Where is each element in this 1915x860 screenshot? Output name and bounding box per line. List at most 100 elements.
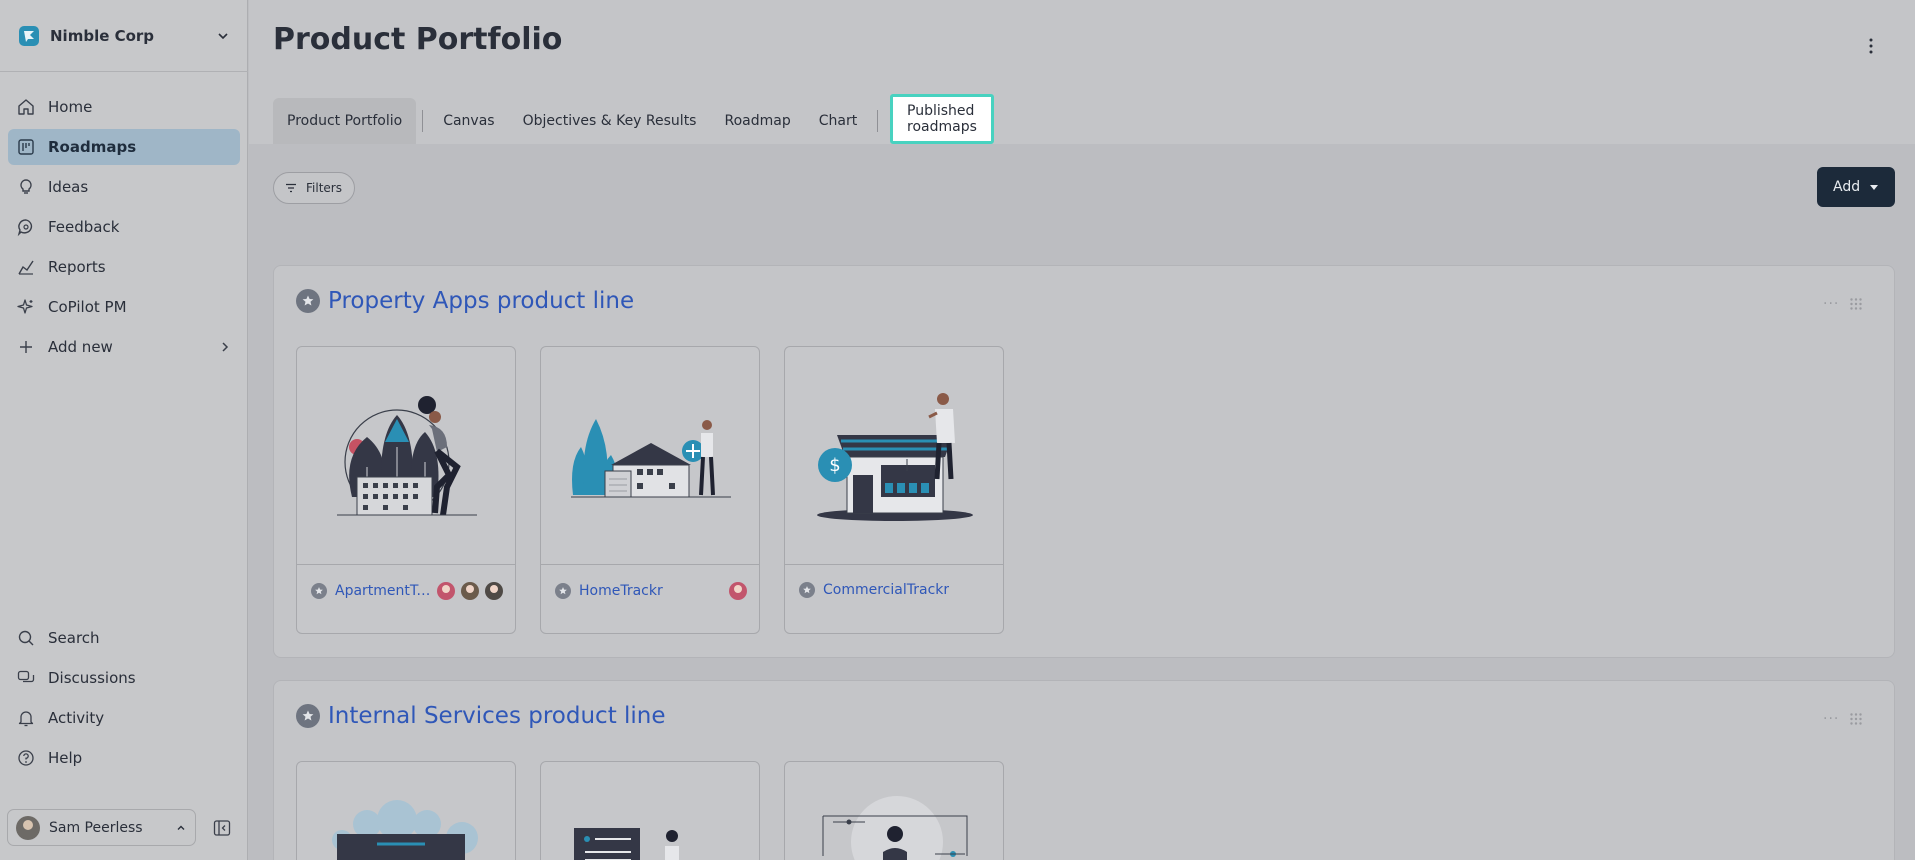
sparkle-icon [17,299,33,314]
discussions-icon [17,670,35,683]
product-line-group: Property Apps product line ··· Apartment… [273,265,1895,658]
star-icon[interactable] [296,704,320,728]
nav-item-label: CoPilot PM [48,298,127,316]
collapse-sidebar-icon[interactable] [212,818,232,838]
filters-label: Filters [306,181,342,195]
star-icon[interactable] [799,582,815,598]
nav-item-label: Home [48,98,93,116]
product-illustration [574,828,679,860]
user-menu[interactable]: Sam Peerless [7,809,196,846]
more-options-icon[interactable] [1861,36,1881,56]
product-card[interactable]: HomeTrackr [540,346,760,634]
product-card[interactable] [784,761,1004,860]
tab-canvas[interactable]: Canvas [429,98,508,144]
page-header: Product Portfolio Product Portfolio Canv… [249,0,1915,144]
product-name[interactable]: CommercialTrackr [823,582,949,598]
filter-icon [286,183,296,193]
tab-product-portfolio[interactable]: Product Portfolio [273,98,417,144]
main-nav: Home Roadmaps Ideas Feedback Reports CoP… [0,89,248,369]
nav-item-copilot[interactable]: CoPilot PM [8,289,240,325]
product-illustration [822,796,968,860]
group-title[interactable]: Internal Services product line [328,703,666,729]
workspace-switcher[interactable]: Nimble Corp [0,0,248,72]
nav-item-label: Search [48,629,100,647]
roadmap-icon [18,139,34,155]
product-card[interactable]: $ CommercialTrackr [784,346,1004,634]
avatar [461,582,479,600]
product-name[interactable]: HomeTrackr [579,583,663,599]
nav-item-activity[interactable]: Activity [8,700,240,736]
nav-item-ideas[interactable]: Ideas [8,169,240,205]
plus-icon [20,341,32,353]
help-icon [18,750,34,766]
tab-chart[interactable]: Chart [805,98,871,144]
product-card[interactable]: ApartmentTr... [296,346,516,634]
avatar [729,582,747,600]
svg-text:$: $ [829,455,840,476]
tab-divider [422,110,424,132]
page-title: Product Portfolio [273,22,563,57]
card-footer: HomeTrackr [555,582,747,600]
bell-icon [18,711,34,727]
star-icon[interactable] [296,289,320,313]
sidebar: Nimble Corp Home Roadmaps Ideas Feedback… [0,0,248,860]
view-tabs: Product Portfolio Canvas Objectives & Ke… [273,94,994,144]
search-icon [18,630,34,646]
nav-item-feedback[interactable]: Feedback [8,209,240,245]
nav-item-search[interactable]: Search [8,620,240,656]
tab-published-roadmaps[interactable]: Published roadmaps [890,94,994,144]
nav-item-roadmaps[interactable]: Roadmaps [8,129,240,165]
nav-item-label: Activity [48,709,105,727]
group-title[interactable]: Property Apps product line [328,288,634,314]
nav-item-discussions[interactable]: Discussions [8,660,240,696]
nav-item-label: Feedback [48,218,120,236]
star-icon[interactable] [311,583,327,599]
nav-item-home[interactable]: Home [8,89,240,125]
drag-handle-icon[interactable] [1849,712,1863,726]
nav-item-label: Help [48,749,83,767]
group-header: Property Apps product line [296,288,634,314]
lightbulb-icon [20,179,32,194]
nav-item-label: Ideas [48,178,89,196]
product-illustration [297,347,515,565]
star-icon[interactable] [555,583,571,599]
workspace-logo-icon [19,25,39,46]
nav-item-help[interactable]: Help [8,740,240,776]
add-button-label: Add [1833,179,1861,195]
card-footer: ApartmentTr... [311,582,503,600]
add-button[interactable]: Add [1817,167,1895,207]
product-line-group: Internal Services product line ··· [273,680,1895,860]
tab-objectives[interactable]: Objectives & Key Results [509,98,711,144]
drag-handle-icon[interactable] [1849,297,1863,311]
avatar [16,815,40,840]
more-options-icon[interactable]: ··· [1823,711,1839,727]
avatar [437,582,455,600]
nav-item-label: Discussions [48,669,136,687]
nav-item-label: Roadmaps [48,138,137,156]
caret-down-icon [1870,184,1879,190]
avatar [485,582,503,600]
chevron-up-icon [177,825,185,830]
product-name[interactable]: ApartmentTr... [335,583,431,599]
product-illustration: $ [785,347,1003,565]
nav-item-add-new[interactable]: Add new [8,329,240,365]
card-footer: CommercialTrackr [799,582,991,598]
group-actions: ··· [1823,711,1863,727]
chevron-down-icon[interactable] [216,29,230,43]
product-card[interactable] [296,761,516,860]
main-area: Product Portfolio Product Portfolio Canv… [249,0,1915,860]
product-cards [296,761,1004,860]
nav-item-reports[interactable]: Reports [8,249,240,285]
chart-icon [18,260,34,275]
group-header: Internal Services product line [296,703,666,729]
more-options-icon[interactable]: ··· [1823,296,1839,312]
tab-roadmap[interactable]: Roadmap [710,98,804,144]
chat-bubble-icon [17,219,33,237]
product-illustration [332,800,478,860]
product-card[interactable] [540,761,760,860]
secondary-nav: Search Discussions Activity Help [0,620,248,780]
nav-item-label: Add new [48,338,113,356]
chevron-right-icon [222,342,229,352]
home-icon [18,99,34,115]
filters-button[interactable]: Filters [273,172,355,204]
